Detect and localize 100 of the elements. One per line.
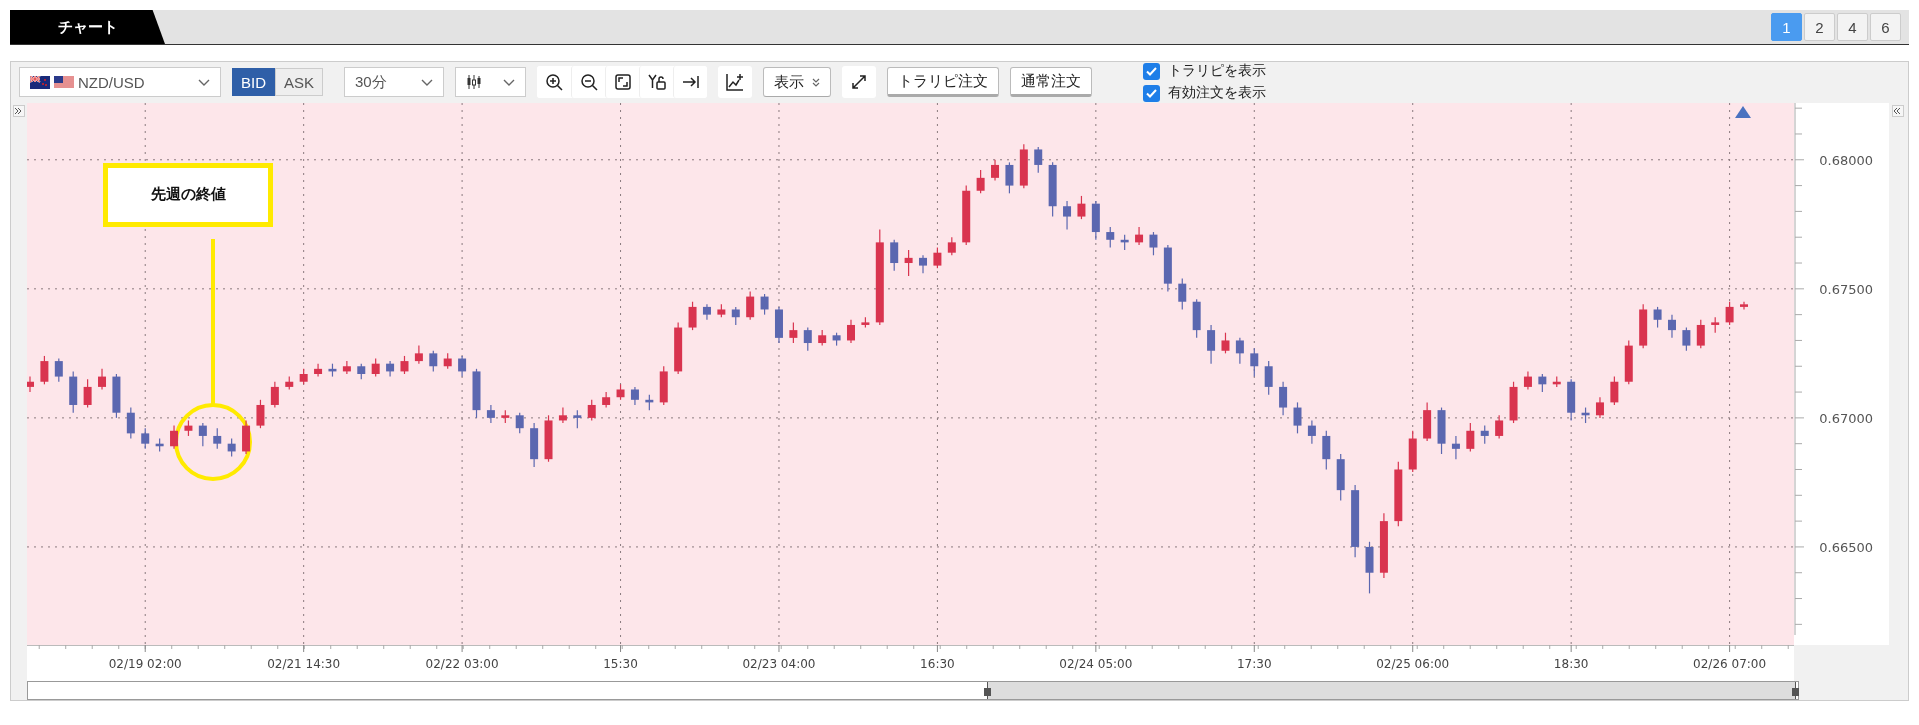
candle	[184, 419, 193, 437]
candle	[1495, 414, 1504, 440]
line-chart-plus-icon	[726, 73, 745, 92]
candle	[27, 375, 34, 393]
price-label: 0.67500	[1819, 281, 1873, 297]
price-label: 0.66500	[1819, 539, 1873, 555]
candle	[1624, 339, 1633, 385]
candle	[213, 427, 222, 450]
add-indicator-button[interactable]	[718, 66, 753, 99]
candle	[458, 355, 467, 378]
symbol-select[interactable]: NZD/USD	[19, 67, 221, 98]
price-side-button[interactable]: BID	[232, 68, 275, 97]
candle	[256, 399, 265, 429]
candle	[1019, 143, 1028, 189]
candle	[1293, 401, 1302, 434]
candle	[1610, 375, 1619, 406]
price-side-button[interactable]: ASK	[275, 68, 324, 97]
candle	[573, 409, 582, 429]
candle	[69, 370, 78, 414]
collapse-right-button[interactable]	[1892, 104, 1904, 117]
candle	[357, 363, 366, 380]
candle	[890, 239, 899, 272]
candle	[1307, 419, 1316, 445]
double-chevron-icon	[812, 77, 821, 87]
annotation-label: 先週の終値	[103, 162, 273, 227]
candle	[227, 437, 236, 458]
order-button[interactable]: トラリピ注文	[887, 67, 1000, 98]
candle	[83, 378, 92, 409]
expand-left-button[interactable]	[13, 104, 25, 117]
candle	[659, 365, 668, 406]
candle	[1250, 347, 1259, 378]
y-axis-unlock-icon	[647, 73, 666, 92]
time-label: 15:30	[603, 656, 638, 671]
time-label: 02/22 03:00	[425, 656, 499, 671]
candle	[400, 355, 409, 375]
display-button[interactable]: 表示	[763, 67, 832, 98]
layout-button[interactable]: 4	[1837, 13, 1868, 41]
checkmark-icon	[1146, 88, 1158, 98]
candle	[342, 360, 351, 375]
candle	[1668, 313, 1676, 339]
order-button[interactable]: 通常注文	[1010, 67, 1093, 98]
candle	[775, 306, 783, 344]
candle	[155, 437, 164, 452]
candle	[1135, 226, 1144, 246]
candle	[861, 316, 870, 329]
candle	[386, 360, 395, 378]
chart-type-select[interactable]	[455, 67, 527, 98]
candle	[299, 368, 308, 385]
candle	[1149, 231, 1158, 256]
candle	[1552, 375, 1561, 388]
candle	[919, 254, 927, 274]
candle	[818, 329, 827, 347]
double-chevron-icon	[1893, 106, 1901, 115]
candle	[1509, 381, 1518, 424]
checkbox-label: 有効注文を表示	[1168, 84, 1267, 103]
chart-tab[interactable]: チャート	[10, 10, 165, 44]
candle	[1480, 424, 1489, 445]
candle	[170, 424, 179, 450]
candle	[1207, 324, 1216, 365]
candlestick-icon	[466, 74, 483, 91]
candle	[947, 236, 956, 256]
candle	[198, 422, 207, 447]
candle	[1365, 541, 1374, 594]
candle	[1725, 301, 1734, 326]
zoom-in-icon	[545, 73, 564, 92]
price-label: 0.68000	[1819, 152, 1873, 168]
candle	[1235, 337, 1244, 365]
time-label: 18:30	[1553, 656, 1589, 671]
time-label: 02/25 06:00	[1376, 656, 1450, 671]
candle	[1581, 406, 1590, 424]
candle	[991, 159, 1000, 181]
candle	[962, 184, 971, 246]
us-flag-icon	[54, 75, 74, 89]
timeframe-select[interactable]: 30分	[344, 67, 445, 98]
candle	[746, 290, 755, 321]
checkbox[interactable]	[1143, 84, 1161, 102]
candle	[112, 373, 121, 419]
layout-button[interactable]: 6	[1870, 13, 1901, 41]
range-handle[interactable]	[1792, 687, 1799, 696]
candle	[1192, 298, 1201, 339]
candle	[717, 303, 726, 318]
symbol-label: NZD/USD	[78, 73, 145, 91]
time-label: 02/21 14:30	[267, 656, 341, 671]
candle	[1005, 161, 1014, 194]
fullscreen-button[interactable]	[842, 66, 877, 99]
checkbox-label: トラリピを表示	[1168, 62, 1267, 81]
nz-flag-icon	[30, 75, 50, 89]
candle	[645, 394, 654, 411]
candle	[1682, 326, 1691, 352]
candle	[141, 427, 150, 450]
candle	[1091, 200, 1100, 241]
time-label: 02/23 04:00	[742, 656, 816, 671]
checkbox[interactable]	[1143, 62, 1161, 80]
candle	[414, 344, 423, 365]
candle	[486, 404, 495, 424]
candle	[1408, 430, 1417, 473]
range-handle[interactable]	[984, 687, 991, 696]
layout-button[interactable]: 2	[1804, 13, 1835, 41]
candle	[587, 399, 596, 421]
candle	[314, 363, 323, 378]
